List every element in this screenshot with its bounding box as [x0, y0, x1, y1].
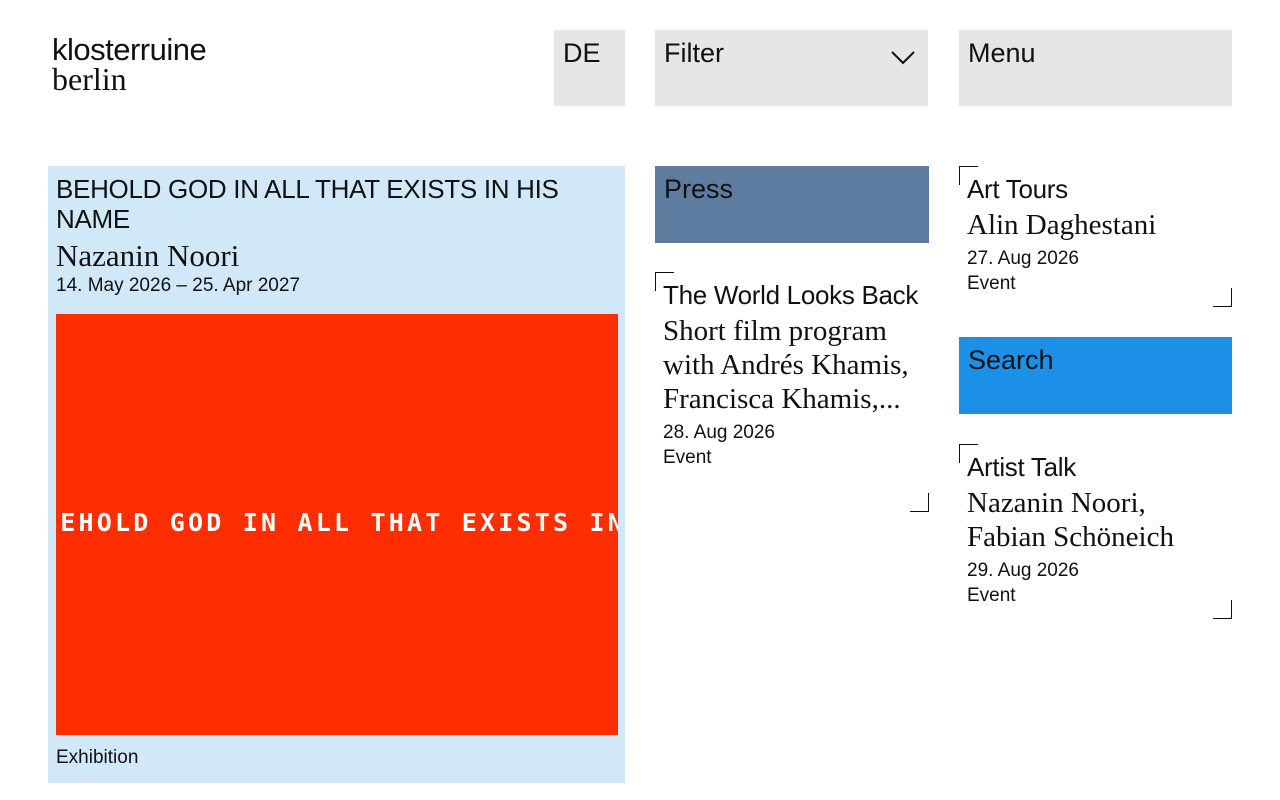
corner-mark-top-left: [959, 166, 978, 185]
menu-button[interactable]: Menu: [959, 30, 1232, 106]
event-subtitle: Alin Daghestani: [967, 209, 1157, 241]
press-label: Press: [664, 174, 734, 204]
search-label: Search: [968, 345, 1054, 375]
exhibition-artist: Nazanin Noori: [56, 238, 240, 273]
corner-mark-top-left: [655, 272, 674, 291]
event-card[interactable]: Art Tours Alin Daghestani 27. Aug 2026 E…: [959, 166, 1232, 307]
poster-text: BEHOLD GOD IN ALL THAT EXISTS IN HIS NAM…: [56, 508, 618, 537]
logo-line-2: berlin: [52, 61, 127, 97]
exhibition-date: 14. May 2026 – 25. Apr 2027: [56, 275, 301, 296]
event-card[interactable]: The World Looks Back Short film program …: [655, 272, 929, 512]
event-title: The World Looks Back: [663, 280, 919, 310]
filter-label: Filter: [664, 38, 724, 68]
menu-label: Menu: [968, 38, 1036, 68]
exhibition-title: BEHOLD GOD IN ALL THAT EXISTS IN HIS NAM…: [56, 174, 559, 234]
event-type: Event: [967, 273, 1016, 294]
event-date: 29. Aug 2026: [967, 560, 1079, 581]
exhibition-card[interactable]: BEHOLD GOD IN ALL THAT EXISTS IN HIS NAM…: [48, 166, 625, 783]
language-label: DE: [563, 38, 601, 68]
event-type: Event: [663, 447, 712, 468]
corner-mark-top-left: [959, 444, 978, 463]
language-button[interactable]: DE: [554, 30, 625, 106]
press-link[interactable]: Press: [655, 166, 929, 243]
event-date: 27. Aug 2026: [967, 248, 1079, 269]
site-logo[interactable]: klosterruine berlin: [52, 34, 207, 97]
event-title: Artist Talk: [967, 452, 1076, 482]
corner-mark-bottom-right: [910, 493, 929, 512]
event-date: 28. Aug 2026: [663, 422, 775, 443]
chevron-down-icon: [891, 51, 915, 65]
corner-mark-bottom-right: [1213, 288, 1232, 307]
event-type: Event: [967, 585, 1016, 606]
event-card[interactable]: Artist Talk Nazanin Noori, Fabian Schöne…: [959, 444, 1232, 619]
exhibition-poster: BEHOLD GOD IN ALL THAT EXISTS IN HIS NAM…: [56, 314, 618, 735]
corner-mark-bottom-right: [1213, 600, 1232, 619]
exhibition-type: Exhibition: [56, 747, 139, 768]
event-title: Art Tours: [967, 174, 1068, 204]
filter-dropdown[interactable]: Filter: [655, 30, 928, 106]
event-subtitle: Short film program with Andrés Khamis, F…: [663, 315, 909, 415]
event-subtitle: Nazanin Noori, Fabian Schöneich: [967, 487, 1174, 553]
search-link[interactable]: Search: [959, 337, 1232, 414]
